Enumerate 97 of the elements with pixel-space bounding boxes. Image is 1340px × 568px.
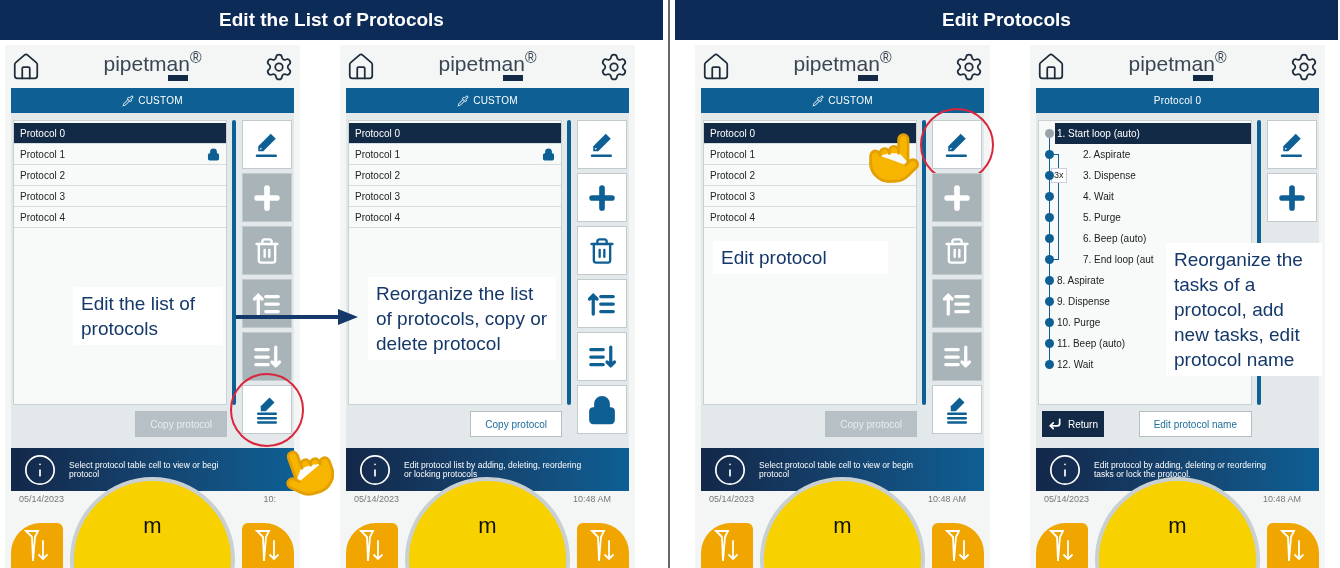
header-title: CUSTOM <box>828 94 873 108</box>
side-button[interactable] <box>1267 120 1317 169</box>
time-text: 10:48 AM <box>927 493 966 506</box>
trash-icon <box>943 236 971 265</box>
pipette-tip-icon <box>1280 528 1306 563</box>
info-icon <box>713 452 747 487</box>
logo-badge-icon <box>167 74 188 81</box>
task-row[interactable]: 11. Beep (auto) <box>1055 333 1128 354</box>
info-text: or locking protocols <box>404 469 478 479</box>
info-text: Select protocol table cell to view or begin <box>759 460 914 470</box>
task-row[interactable]: 5. Purge <box>1081 207 1123 228</box>
protocol-row[interactable]: Protocol 0 <box>349 123 561 144</box>
info-text: Select protocol table cell to view or begi <box>69 460 219 470</box>
info-icon <box>358 452 392 487</box>
trash-icon <box>588 236 616 265</box>
side-button[interactable] <box>1267 173 1317 222</box>
return-icon <box>1048 417 1062 431</box>
settings-icon[interactable] <box>264 51 294 82</box>
task-row[interactable]: 2. Aspirate <box>1081 144 1133 165</box>
pipette-icon <box>812 94 825 107</box>
pipette-tip-icon <box>945 528 971 563</box>
info-text: protocol <box>759 469 790 479</box>
task-row[interactable]: 9. Dispense <box>1055 291 1112 312</box>
action-button[interactable]: Edit protocol name <box>1138 411 1252 437</box>
pipette-tip-icon <box>590 528 616 563</box>
date-text: 05/14/2023 <box>19 493 65 506</box>
info-icon <box>1048 452 1082 487</box>
header-title: Protocol 0 <box>1153 94 1202 108</box>
info-text: Edit protocol list by adding, deleting, reordering <box>404 460 582 470</box>
side-button[interactable] <box>577 385 627 434</box>
time-text: 10:48 AM <box>1262 493 1301 506</box>
pipette-tip-icon <box>714 528 740 563</box>
lock-icon <box>587 394 617 425</box>
logo-badge-icon <box>857 74 878 81</box>
pipette-tip-icon <box>255 528 281 563</box>
logo-text: pipetman$^{®}$ <box>438 52 537 75</box>
home-icon[interactable] <box>1036 51 1066 82</box>
info-icon <box>23 452 57 487</box>
pipette-tip-icon <box>359 528 385 563</box>
settings-icon[interactable] <box>954 51 984 82</box>
return-button[interactable]: Return <box>1042 411 1104 437</box>
task-row[interactable]: 1. Start loop (auto) <box>1055 123 1251 144</box>
main-button[interactable]: m <box>70 477 235 568</box>
info-text: protocol <box>69 469 100 479</box>
protocol-row[interactable]: Protocol 0 <box>704 123 916 144</box>
pipette-icon <box>457 94 470 107</box>
task-row[interactable]: 6. Beep (auto) <box>1081 228 1149 249</box>
pipette-tip-icon <box>24 528 50 563</box>
task-row[interactable]: 8. Aspirate <box>1055 270 1107 291</box>
settings-icon[interactable] <box>1289 51 1319 82</box>
task-row[interactable]: 7. End loop (aut <box>1081 249 1156 270</box>
callout-text: Edit the list of protocols <box>73 287 223 345</box>
lock-icon <box>207 147 220 161</box>
header-title: CUSTOM <box>473 94 518 108</box>
pipette-icon <box>122 94 135 107</box>
header-title: CUSTOM <box>138 94 183 108</box>
section-title: Edit the List of Protocols <box>0 0 663 40</box>
callout-text: Edit protocol <box>713 241 888 274</box>
pipette-tip-icon <box>1049 528 1075 563</box>
lock-icon <box>542 147 555 161</box>
date-text: 05/14/2023 <box>1044 493 1090 506</box>
info-text: Edit protocol by adding, deleting or reordering <box>1094 460 1266 470</box>
section-title: Edit Protocols <box>675 0 1338 40</box>
logo-text: pipetman$^{®}$ <box>793 52 892 75</box>
task-row[interactable]: 12. Wait <box>1055 354 1096 375</box>
logo-text: pipetman$^{®}$ <box>1128 52 1227 75</box>
task-row[interactable]: 10. Purge <box>1055 312 1103 333</box>
side-button[interactable] <box>242 120 292 169</box>
trash-icon <box>253 236 281 265</box>
task-row[interactable]: 3. Dispense <box>1081 165 1138 186</box>
side-button[interactable] <box>577 173 627 222</box>
side-button[interactable] <box>577 332 627 381</box>
main-button[interactable]: m <box>1095 477 1260 568</box>
protocol-row[interactable]: Protocol 0 <box>14 123 226 144</box>
callout-text: Reorganize the tasks of a protocol, add new tasks, edit protocol name <box>1166 243 1322 376</box>
side-button[interactable] <box>577 279 627 328</box>
logo-badge-icon <box>1192 74 1213 81</box>
task-row[interactable]: 4. Wait <box>1081 186 1116 207</box>
side-button[interactable] <box>577 120 627 169</box>
side-button[interactable] <box>932 120 982 169</box>
action-button[interactable]: Copy protocol <box>470 411 562 437</box>
settings-icon[interactable] <box>599 51 629 82</box>
side-button[interactable] <box>932 385 982 434</box>
logo-text: pipetman$^{®}$ <box>103 52 202 75</box>
time-text: 10: <box>263 493 276 506</box>
logo-badge-icon <box>502 74 523 81</box>
side-button[interactable] <box>577 226 627 275</box>
main-button[interactable]: m <box>760 477 925 568</box>
callout-text: Reorganize the list of protocols, copy or delete protocol <box>368 277 556 360</box>
time-text: 10:48 AM <box>572 493 611 506</box>
side-button[interactable] <box>242 385 292 434</box>
home-icon[interactable] <box>11 51 41 82</box>
home-icon[interactable] <box>701 51 731 82</box>
date-text: 05/14/2023 <box>709 493 755 506</box>
home-icon[interactable] <box>346 51 376 82</box>
date-text: 05/14/2023 <box>354 493 400 506</box>
info-text: tasks or lock the protocol. <box>1094 469 1191 479</box>
